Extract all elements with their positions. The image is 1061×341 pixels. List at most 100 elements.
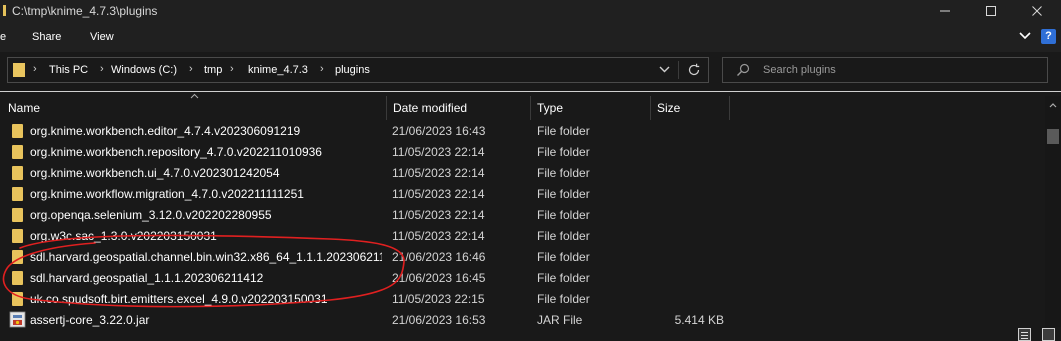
file-row[interactable]: assertj-core_3.22.0.jar 21/06/2023 16:53… (0, 309, 1045, 330)
file-name: org.openqa.selenium_3.12.0.v202202280955 (30, 208, 272, 222)
file-name: org.w3c.sac_1.3.0.v202203150031 (30, 229, 217, 243)
ribbon: e Share View ? (0, 22, 1061, 52)
tab-home[interactable]: e (0, 31, 6, 43)
search-icon (737, 63, 750, 76)
folder-icon (3, 5, 6, 16)
file-row[interactable]: org.knime.workflow.migration_4.7.0.v2022… (0, 183, 1045, 204)
folder-icon (12, 166, 23, 180)
file-date: 11/05/2023 22:14 (392, 208, 485, 222)
file-date: 11/05/2023 22:14 (392, 166, 485, 180)
scrollbar-thumb[interactable] (1047, 129, 1059, 144)
large-icons-view-button[interactable] (1042, 328, 1055, 341)
file-date: 11/05/2023 22:14 (392, 187, 485, 201)
refresh-icon[interactable] (687, 63, 701, 77)
breadcrumb-this-pc[interactable]: This PC (49, 64, 88, 76)
details-view-button[interactable] (1018, 328, 1031, 341)
tab-view[interactable]: View (90, 31, 114, 43)
file-name: org.knime.workbench.editor_4.7.4.v202306… (30, 124, 301, 138)
sort-ascending-icon (190, 93, 199, 99)
file-name: org.knime.workflow.migration_4.7.0.v2022… (30, 187, 304, 201)
folder-icon (12, 292, 23, 306)
file-name: org.knime.workbench.ui_4.7.0.v2023012420… (30, 166, 280, 180)
close-button[interactable] (1014, 0, 1060, 22)
column-header-row: Name Date modified Type Size (0, 93, 1045, 120)
file-date: 21/06/2023 16:45 (392, 271, 486, 285)
folder-icon (12, 145, 23, 159)
column-header-size[interactable]: Size (657, 101, 680, 115)
file-list: org.knime.workbench.editor_4.7.4.v202306… (0, 120, 1045, 332)
breadcrumb-windows-c[interactable]: Windows (C:) (111, 64, 177, 76)
file-row[interactable]: org.openqa.selenium_3.12.0.v202202280955… (0, 204, 1045, 225)
file-row[interactable]: org.knime.workbench.ui_4.7.0.v2023012420… (0, 162, 1045, 183)
file-name: sdl.harvard.geospatial_1.1.1.20230621141… (30, 271, 264, 285)
folder-icon (12, 271, 23, 285)
file-type: File folder (537, 166, 590, 180)
file-type: File folder (537, 229, 590, 243)
file-type: File folder (537, 292, 590, 306)
file-name: org.knime.workbench.repository_4.7.0.v20… (30, 145, 322, 159)
search-box[interactable]: Search plugins (722, 57, 1048, 83)
file-size: 5.414 KB (674, 313, 724, 327)
address-bar[interactable]: › This PC › Windows (C:) › tmp › knime_4… (7, 57, 709, 83)
file-date: 11/05/2023 22:15 (392, 292, 485, 306)
column-header-type[interactable]: Type (537, 101, 563, 115)
column-divider[interactable] (729, 96, 730, 120)
column-divider[interactable] (530, 96, 531, 120)
help-button[interactable]: ? (1041, 29, 1056, 44)
folder-icon (13, 63, 25, 77)
file-date: 11/05/2023 22:14 (392, 145, 485, 159)
file-type: File folder (537, 124, 590, 138)
column-header-date[interactable]: Date modified (393, 101, 467, 115)
search-input[interactable]: Search plugins (763, 64, 836, 76)
file-row[interactable]: org.knime.workbench.repository_4.7.0.v20… (0, 141, 1045, 162)
close-icon (1032, 6, 1042, 16)
chevron-right-icon[interactable]: › (189, 63, 193, 75)
file-name: uk.co.spudsoft.birt.emitters.excel_4.9.0… (30, 292, 328, 306)
file-row[interactable]: sdl.harvard.geospatial.channel.bin.win32… (0, 246, 1045, 267)
file-type: JAR File (537, 313, 583, 327)
chevron-right-icon[interactable]: › (230, 63, 234, 75)
folder-icon (12, 250, 23, 264)
jar-file-icon (9, 311, 26, 328)
folder-icon (12, 124, 23, 138)
file-row[interactable]: sdl.harvard.geospatial_1.1.1.20230621141… (0, 267, 1045, 288)
vertical-scrollbar[interactable] (1045, 96, 1061, 327)
file-type: File folder (537, 271, 590, 285)
chevron-right-icon[interactable]: › (33, 63, 37, 75)
chevron-right-icon[interactable]: › (100, 63, 104, 75)
tab-share[interactable]: Share (32, 31, 61, 43)
minimize-button[interactable] (922, 0, 968, 22)
file-date: 21/06/2023 16:46 (392, 250, 486, 264)
divider (0, 91, 1061, 92)
file-type: File folder (537, 250, 590, 264)
chevron-down-icon[interactable] (1019, 32, 1031, 40)
folder-icon (12, 187, 23, 201)
file-date: 11/05/2023 22:14 (392, 229, 485, 243)
file-type: File folder (537, 208, 590, 222)
chevron-down-icon[interactable] (659, 66, 670, 73)
file-name: sdl.harvard.geospatial.channel.bin.win32… (30, 250, 382, 264)
minimize-icon (940, 10, 950, 12)
file-row[interactable]: uk.co.spudsoft.birt.emitters.excel_4.9.0… (0, 288, 1045, 309)
folder-icon (12, 229, 23, 243)
title-bar: C:\tmp\knime_4.7.3\plugins (0, 0, 1061, 22)
file-type: File folder (537, 187, 590, 201)
column-header-name[interactable]: Name (8, 101, 40, 115)
file-row[interactable]: org.w3c.sac_1.3.0.v202203150031 11/05/20… (0, 225, 1045, 246)
column-divider[interactable] (650, 96, 651, 120)
file-date: 21/06/2023 16:43 (392, 124, 486, 138)
file-name: assertj-core_3.22.0.jar (30, 313, 150, 327)
file-date: 21/06/2023 16:53 (392, 313, 486, 327)
maximize-icon (986, 6, 996, 16)
file-row[interactable]: org.knime.workbench.editor_4.7.4.v202306… (0, 120, 1045, 141)
column-divider[interactable] (386, 96, 387, 120)
divider (678, 61, 679, 79)
maximize-button[interactable] (968, 0, 1014, 22)
breadcrumb-tmp[interactable]: tmp (204, 64, 222, 76)
file-type: File folder (537, 145, 590, 159)
breadcrumb-knime[interactable]: knime_4.7.3 (248, 64, 308, 76)
folder-icon (12, 208, 23, 222)
chevron-right-icon[interactable]: › (320, 63, 324, 75)
breadcrumb-plugins[interactable]: plugins (335, 64, 370, 76)
scroll-up-icon[interactable] (1049, 102, 1057, 108)
